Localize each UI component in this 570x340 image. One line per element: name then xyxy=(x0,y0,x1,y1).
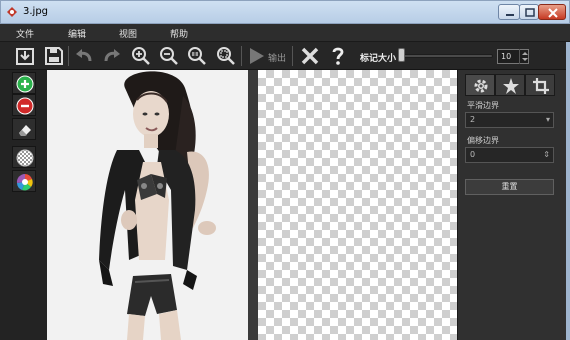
marker-size-label: 标记大小 xyxy=(360,54,397,64)
star-icon xyxy=(503,78,519,94)
remove-marker-tool[interactable] xyxy=(12,94,36,116)
toolbar: 输出 标记大小 10 xyxy=(0,42,570,70)
menu-help[interactable]: 帮助 xyxy=(170,27,188,40)
checker-circle-icon xyxy=(16,149,34,167)
toolbar-separator xyxy=(68,46,69,66)
spin-arrows-icon: ⇕ xyxy=(543,150,550,159)
clear-marks-icon[interactable] xyxy=(299,45,321,67)
menu-edit[interactable]: 编辑 xyxy=(68,27,86,40)
menu-bar: 文件 编辑 视图 帮助 xyxy=(0,24,570,42)
chevron-down-icon: ▾ xyxy=(545,115,550,124)
tab-effects[interactable] xyxy=(495,74,525,96)
settings-panel: 平滑边界 2 ▾ 偏移边界 0 ⇕ 重置 xyxy=(457,70,570,340)
background-color-tool[interactable] xyxy=(12,170,36,192)
eraser-tool[interactable] xyxy=(12,118,36,140)
marker-size-slider-thumb[interactable] xyxy=(397,48,405,62)
keep-marker-tool[interactable] xyxy=(12,72,36,94)
zoom-actual-size-icon[interactable] xyxy=(186,45,208,67)
zoom-fit-icon[interactable] xyxy=(215,45,237,67)
offset-edge-stepper[interactable]: 0 ⇕ xyxy=(465,147,554,163)
save-icon[interactable] xyxy=(43,45,65,67)
toolbar-separator xyxy=(292,46,293,66)
offset-edge-value: 0 xyxy=(470,150,476,159)
tab-settings[interactable] xyxy=(465,74,495,96)
reset-button[interactable]: 重置 xyxy=(465,179,554,195)
gear-icon xyxy=(474,79,488,93)
menu-view[interactable]: 视图 xyxy=(119,27,137,40)
smooth-edge-value: 2 xyxy=(470,115,476,124)
export-label[interactable]: 输出 xyxy=(268,51,286,64)
menu-file[interactable]: 文件 xyxy=(16,27,34,40)
output-preview-canvas[interactable] xyxy=(258,70,457,340)
window-frame-edge xyxy=(566,42,570,340)
undo-icon[interactable] xyxy=(73,45,95,67)
open-file-icon[interactable] xyxy=(14,45,36,67)
smooth-edge-select[interactable]: 2 ▾ xyxy=(465,112,554,128)
color-wheel-icon xyxy=(16,173,33,191)
app-icon xyxy=(6,6,18,18)
smooth-edge-label: 平滑边界 xyxy=(467,101,499,110)
play-export-icon[interactable] xyxy=(245,45,267,67)
toolbar-separator xyxy=(241,46,242,66)
tab-crop[interactable] xyxy=(525,74,555,96)
marker-size-slider[interactable] xyxy=(398,54,493,58)
crop-icon xyxy=(533,78,549,94)
zoom-out-icon[interactable] xyxy=(158,45,180,67)
marker-size-stepper[interactable] xyxy=(519,49,529,64)
offset-edge-label: 偏移边界 xyxy=(467,136,499,145)
redo-icon[interactable] xyxy=(101,45,123,67)
window-title: 3.jpg xyxy=(23,6,49,17)
source-image-canvas[interactable] xyxy=(47,70,248,340)
panel-divider[interactable] xyxy=(248,70,258,340)
maximize-button[interactable] xyxy=(519,4,539,20)
remove-red-icon xyxy=(16,97,34,115)
title-bar: 3.jpg xyxy=(0,0,570,24)
add-green-icon xyxy=(16,75,34,93)
minimize-button[interactable] xyxy=(498,4,520,20)
background-pattern-tool[interactable] xyxy=(12,146,36,168)
tool-sidebar xyxy=(0,70,47,340)
eraser-icon xyxy=(19,125,31,136)
zoom-in-icon[interactable] xyxy=(130,45,152,67)
source-photo xyxy=(47,70,248,340)
close-button[interactable] xyxy=(538,4,566,20)
help-icon[interactable] xyxy=(327,45,349,67)
